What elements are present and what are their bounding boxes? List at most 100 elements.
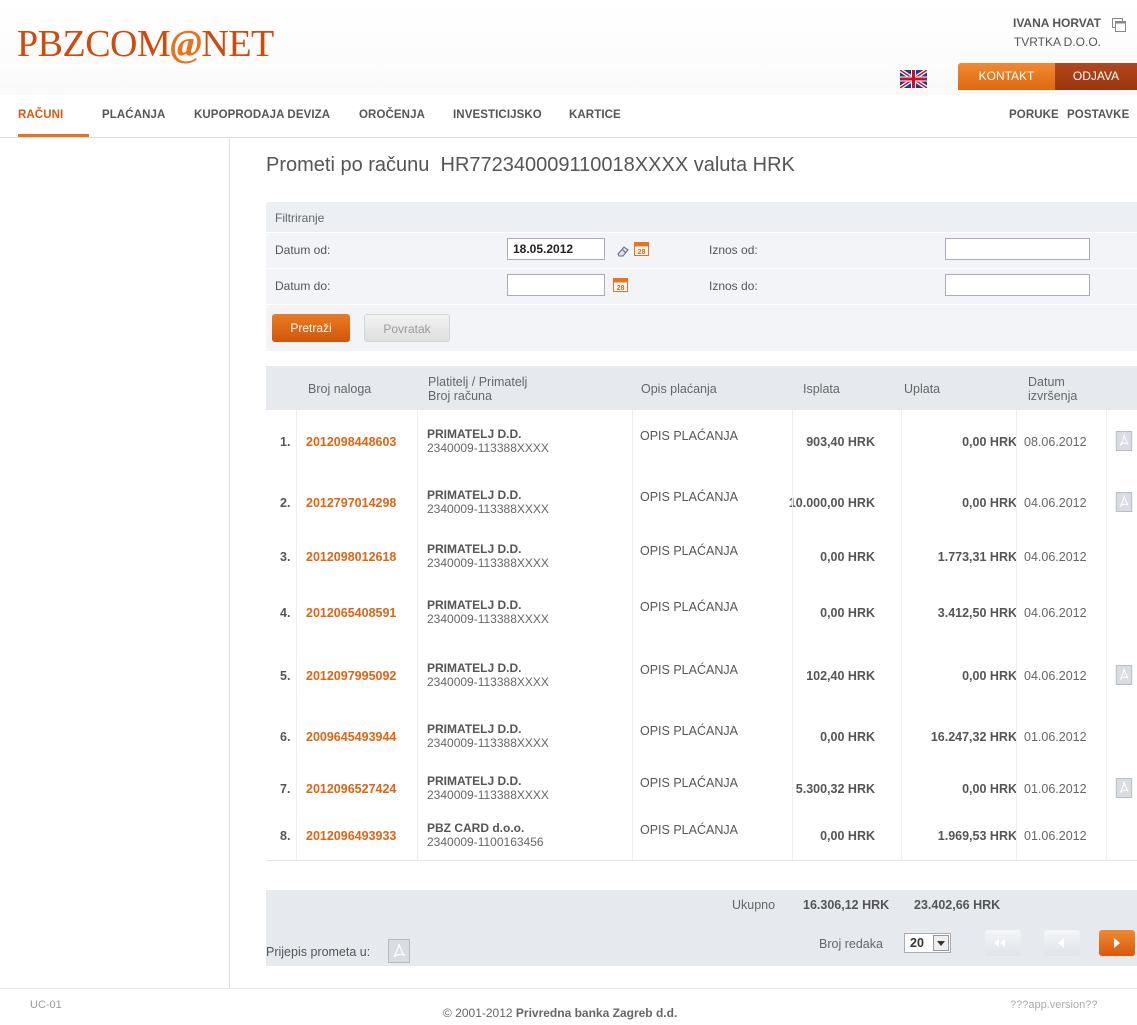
row-number: 7.	[280, 782, 291, 796]
column-divider	[1016, 474, 1017, 532]
column-divider	[296, 532, 297, 582]
payment-description: OPIS PLAĆANJA	[640, 724, 738, 738]
nav-racuni[interactable]: RAČUNI	[18, 109, 63, 121]
order-number-link[interactable]: 2012098012618	[306, 550, 396, 564]
order-number-link[interactable]: 2012096527424	[306, 782, 396, 796]
column-divider	[901, 708, 902, 765]
rows-per-page-value: 20	[910, 936, 924, 950]
column-divider	[417, 474, 418, 532]
column-divider	[296, 644, 297, 708]
execution-date: 01.06.2012	[1024, 782, 1087, 796]
rows-per-page-select[interactable]: 20	[904, 933, 951, 953]
logo[interactable]: PBZCOM@NET	[17, 22, 274, 66]
column-divider	[901, 532, 902, 582]
order-number-link[interactable]: 2012097995092	[306, 669, 396, 683]
nav-orocenja[interactable]: OROČENJA	[359, 109, 425, 121]
total-debit: 16.306,12 HRK	[803, 898, 890, 912]
column-divider	[296, 708, 297, 765]
prev-page-button[interactable]	[1044, 930, 1080, 956]
odjava-button[interactable]: ODJAVA	[1055, 63, 1137, 90]
credit-amount: 3.412,50 HRK	[937, 606, 1017, 620]
column-divider	[1106, 474, 1107, 532]
currency-label: valuta HRK	[693, 154, 795, 176]
column-divider	[417, 812, 418, 860]
column-divider	[417, 582, 418, 644]
order-number-link[interactable]: 2012065408591	[306, 606, 396, 620]
debit-amount: 102,40 HRK	[806, 669, 875, 683]
col-payee-line1: Platitelj / Primatelj	[428, 375, 528, 389]
nav-kartice[interactable]: KARTICE	[569, 109, 621, 121]
column-divider	[792, 474, 793, 532]
date-to-input[interactable]	[507, 274, 605, 296]
eraser-icon[interactable]	[616, 243, 631, 258]
payment-description: OPIS PLAĆANJA	[640, 600, 738, 614]
pdf-icon[interactable]	[1115, 431, 1133, 451]
page-title-text: Prometi po računu	[266, 154, 430, 176]
header: PBZCOM@NET IVANA HORVAT TVRTKA D.O.O. KO…	[0, 0, 1137, 95]
totals-label: Ukupno	[732, 898, 776, 912]
payment-description: OPIS PLAĆANJA	[640, 776, 738, 790]
kontakt-button[interactable]: KONTAKT	[958, 63, 1055, 90]
uk-flag-icon[interactable]	[900, 70, 927, 88]
column-divider	[296, 812, 297, 860]
column-divider	[901, 812, 902, 860]
amount-to-input[interactable]	[945, 274, 1090, 296]
column-divider	[632, 532, 633, 582]
first-page-button[interactable]	[985, 930, 1021, 956]
pdf-icon[interactable]	[1115, 665, 1133, 685]
payee: PRIMATELJ D.D. 2340009-113388XXXX	[427, 427, 549, 455]
payee-name: PRIMATELJ D.D.	[427, 427, 522, 441]
windows-icon[interactable]	[1112, 18, 1126, 32]
active-tab-indicator	[18, 134, 89, 137]
footer-code: UC-01	[30, 999, 62, 1011]
footer: UC-01 © 2001-2012 Privredna banka Zagreb…	[0, 988, 1137, 1025]
col-payee-line2: Broj računa	[428, 389, 492, 403]
payee: PRIMATELJ D.D. 2340009-113388XXXX	[427, 542, 549, 570]
order-number-link[interactable]: 2009645493944	[306, 730, 396, 744]
column-divider	[632, 644, 633, 708]
pdf-icon[interactable]	[1115, 778, 1133, 798]
nav-postavke[interactable]: POSTAVKE	[1067, 109, 1129, 121]
order-number-link[interactable]: 2012098448603	[306, 435, 396, 449]
column-divider	[1016, 812, 1017, 860]
date-from-input[interactable]	[507, 238, 605, 260]
calendar-icon[interactable]: 28	[634, 241, 649, 256]
back-button[interactable]: Povratak	[364, 314, 450, 342]
column-divider	[792, 532, 793, 582]
pdf-icon[interactable]	[388, 939, 410, 963]
credit-amount: 0,00 HRK	[962, 496, 1017, 510]
credit-amount: 1.773,31 HRK	[937, 550, 1017, 564]
column-divider	[632, 812, 633, 860]
column-divider	[417, 532, 418, 582]
credit-amount: 1.969,53 HRK	[937, 829, 1017, 843]
column-divider	[901, 410, 902, 474]
credit-amount: 16.247,32 HRK	[930, 730, 1017, 744]
copyright-years: © 2001-2012	[443, 1006, 513, 1020]
nav-poruke[interactable]: PORUKE	[1009, 109, 1059, 121]
column-divider	[296, 582, 297, 644]
amount-from-input[interactable]	[945, 238, 1090, 260]
calendar-icon[interactable]: 28	[613, 277, 628, 292]
nav-kupoprodaja-deviza[interactable]: KUPOPRODAJA DEVIZA	[194, 109, 330, 121]
date-to-label: Datum do:	[275, 279, 331, 293]
payee: PRIMATELJ D.D. 2340009-113388XXXX	[427, 661, 549, 689]
column-divider	[1106, 708, 1107, 765]
export-label: Prijepis prometa u:	[266, 945, 371, 959]
logo-text-end: NET	[201, 23, 274, 65]
next-page-button[interactable]	[1099, 930, 1135, 956]
rows-per-page-label: Broj redaka	[819, 937, 883, 951]
search-button[interactable]: Pretraži	[272, 314, 350, 342]
payment-description: OPIS PLAĆANJA	[640, 544, 738, 558]
column-divider	[901, 644, 902, 708]
order-number-link[interactable]: 2012797014298	[306, 496, 396, 510]
order-number-link[interactable]: 2012096493933	[306, 829, 396, 843]
main-nav: RAČUNI PLAĆANJA KUPOPRODAJA DEVIZA OROČE…	[0, 95, 1137, 138]
nav-investicijsko[interactable]: INVESTICIJSKO	[453, 109, 542, 121]
nav-placanja[interactable]: PLAĆANJA	[102, 109, 165, 121]
table-row: 8. 2012096493933 PBZ CARD d.o.o. 2340009-11…	[266, 812, 1137, 861]
double-chevron-left-icon	[994, 939, 1005, 947]
column-divider	[1016, 410, 1017, 474]
column-divider	[296, 474, 297, 532]
pdf-icon[interactable]	[1115, 492, 1133, 512]
payee-name: PRIMATELJ D.D.	[427, 598, 522, 612]
